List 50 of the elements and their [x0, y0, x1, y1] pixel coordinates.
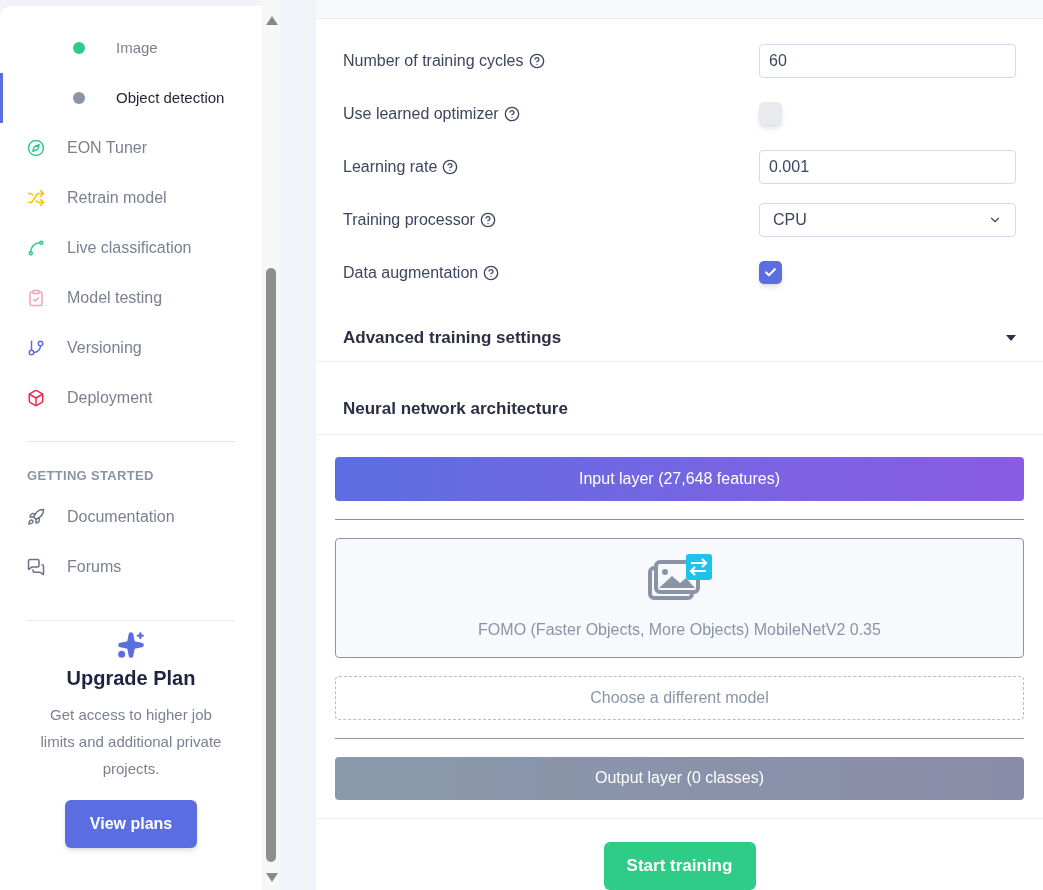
- shuffle-icon: [27, 189, 45, 207]
- curve-icon: [27, 239, 45, 257]
- start-training-button[interactable]: Start training: [603, 842, 756, 890]
- input-field[interactable]: 60: [759, 43, 1016, 78]
- sidebar-item[interactable]: Versioning: [0, 323, 262, 373]
- compass-icon: [27, 139, 45, 157]
- sidebar-item[interactable]: Forums: [0, 541, 262, 592]
- rocket-icon: [27, 507, 45, 526]
- setting-label: Learning rate: [343, 156, 438, 177]
- help-icon[interactable]: [442, 158, 459, 175]
- checkbox[interactable]: [759, 102, 782, 126]
- input-field[interactable]: 0.001: [759, 149, 1016, 184]
- caret-icon: [1006, 334, 1016, 341]
- sidebar-item[interactable]: Deployment: [0, 373, 262, 423]
- choose-model-button[interactable]: Choose a different model: [335, 676, 1024, 720]
- upgrade-text: Get access to higher job limits and additional private projects.: [39, 704, 223, 779]
- help-icon[interactable]: [479, 211, 496, 228]
- scrollbar-thumb[interactable]: [266, 268, 276, 862]
- scroll-down-icon[interactable]: [266, 873, 278, 882]
- input-layer-bar: Input layer (27,648 features): [335, 457, 1024, 501]
- section-heading: Neural network architecture: [343, 398, 568, 421]
- section-heading: GETTING STARTED: [26, 467, 155, 485]
- output-layer-bar: Output layer (0 classes): [335, 757, 1024, 800]
- view-plans-button[interactable]: View plans: [65, 799, 197, 848]
- setting-label: Use learned optimizer: [343, 103, 499, 124]
- setting-label: Training processor: [343, 209, 475, 230]
- sidebar-item[interactable]: Live classification: [0, 223, 262, 273]
- chat-icon: [27, 557, 45, 576]
- sidebar-item[interactable]: Model testing: [0, 273, 262, 323]
- scrollbar[interactable]: [262, 0, 280, 890]
- upgrade-title: Upgrade Plan: [66, 665, 196, 691]
- sidebar-item[interactable]: Retrain model: [0, 173, 262, 223]
- setting-label: Number of training cycles: [343, 50, 524, 71]
- branch-icon: [27, 339, 45, 357]
- help-icon[interactable]: [528, 52, 545, 69]
- sparkle-star-icon: [117, 630, 145, 659]
- model-card[interactable]: FOMO (Faster Objects, More Objects) MobileNetV2 0.35: [335, 538, 1024, 658]
- advanced-settings-toggle[interactable]: Advanced training settings: [316, 314, 1043, 362]
- sidebar-subitem[interactable]: Image: [0, 23, 262, 73]
- checkbox[interactable]: [759, 261, 782, 285]
- clipboard-icon: [27, 289, 45, 307]
- box-icon: [27, 389, 45, 407]
- sidebar-item[interactable]: EON Tuner: [0, 123, 262, 173]
- select-field[interactable]: CPU: [759, 202, 1016, 237]
- help-icon[interactable]: [503, 105, 520, 122]
- help-icon[interactable]: [483, 264, 500, 281]
- setting-label: Data augmentation: [343, 262, 479, 283]
- scroll-up-icon[interactable]: [266, 16, 278, 25]
- model-name: FOMO (Faster Objects, More Objects) MobileNetV2 0.35: [478, 620, 881, 640]
- sidebar-item[interactable]: Documentation: [0, 491, 262, 542]
